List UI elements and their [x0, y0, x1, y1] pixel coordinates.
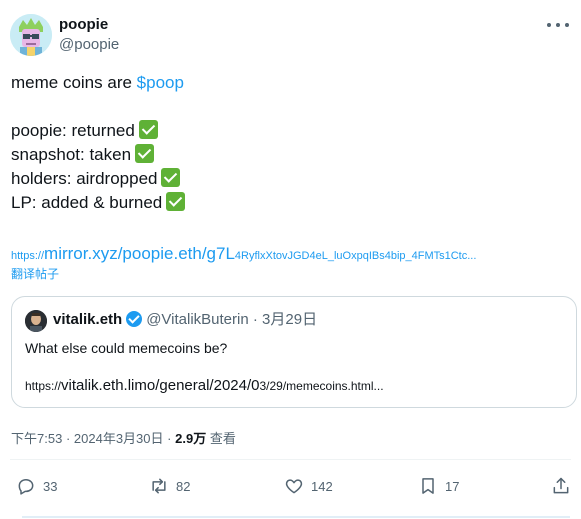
bookmark-button[interactable]: 17 [418, 473, 459, 499]
more-options-icon[interactable] [547, 18, 569, 32]
tweet-header: poopie @poopie [10, 12, 571, 62]
tweet-text: meme coins are $poop poopie: returned sn… [11, 71, 571, 215]
tweet-link[interactable]: https://mirror.xyz/poopie.eth/g7L4RyflxX… [11, 244, 571, 264]
retweet-count: 82 [176, 478, 191, 494]
bookmark-icon [422, 478, 434, 494]
check-mark-icon [138, 120, 158, 139]
tweet-time[interactable]: 下午7:53 [11, 431, 62, 446]
verified-badge-icon [126, 311, 143, 327]
checklist-item: snapshot: taken [11, 145, 132, 164]
tweet-meta: 下午7:53 · 2024年3月30日 · 2.9万 查看 [11, 428, 236, 447]
check-mark-icon [161, 168, 181, 187]
cashtag-link[interactable]: $poop [137, 73, 184, 92]
share-button[interactable] [551, 473, 571, 499]
author-avatar[interactable] [10, 14, 52, 56]
vitalik-avatar-icon [25, 310, 47, 332]
link-main: mirror.xyz/poopie.eth/g7L [44, 244, 235, 263]
reply-count: 33 [43, 478, 58, 494]
link-tail: 4RyflxXtovJGD4eL_luOxpqIBs4bip_4FMTs1Ctc… [234, 250, 477, 262]
reply-icon [18, 479, 34, 495]
quote-separator: · [252, 311, 258, 328]
bottom-divider [22, 516, 570, 518]
meta-separator: · [65, 431, 71, 446]
share-icon [553, 477, 569, 494]
author-name[interactable]: poopie [59, 16, 119, 34]
tweet-date[interactable]: 2024年3月30日 [74, 431, 164, 446]
quoted-tweet-card[interactable]: vitalik.eth @VitalikButerin · 3月29日 What … [11, 296, 577, 408]
checklist-item: poopie: returned [11, 121, 135, 140]
quote-link-main: vitalik.eth.limo/general/2024/0 [61, 377, 260, 394]
action-bar: 33 82 142 17 [0, 473, 581, 499]
heart-icon [285, 479, 303, 494]
bookmark-count: 17 [445, 478, 460, 494]
translate-post-link[interactable]: 翻译帖子 [11, 265, 59, 282]
quote-author-handle[interactable]: @VitalikButerin [146, 311, 249, 328]
views-label: 查看 [209, 431, 236, 446]
retweet-icon [152, 478, 166, 494]
retweet-button[interactable]: 82 [149, 473, 190, 499]
divider [10, 459, 571, 460]
checklist-item: holders: airdropped [11, 169, 158, 188]
punk-avatar-icon [10, 14, 52, 56]
quote-author-avatar[interactable] [25, 310, 47, 332]
check-mark-icon [135, 144, 155, 163]
reply-button[interactable]: 33 [16, 473, 57, 499]
like-button[interactable]: 142 [284, 473, 333, 499]
views-count[interactable]: 2.9万 [175, 431, 206, 446]
quote-author-name[interactable]: vitalik.eth [53, 311, 122, 328]
link-prefix: https:// [11, 250, 45, 262]
quote-date[interactable]: 3月29日 [262, 311, 317, 328]
meta-separator: · [167, 431, 172, 446]
like-count: 142 [311, 478, 333, 494]
quote-text: What else could memecoins be? [25, 340, 228, 356]
checklist-item: LP: added & burned [11, 193, 163, 212]
quote-link-tail: 3/29/memecoins.html... [259, 379, 384, 393]
check-mark-icon [166, 192, 186, 211]
quote-link: https://vitalik.eth.limo/general/2024/03… [25, 377, 384, 395]
tweet-line-prefix: meme coins are [11, 73, 137, 92]
author-handle[interactable]: @poopie [59, 34, 119, 56]
quote-link-prefix: https:// [25, 379, 62, 393]
